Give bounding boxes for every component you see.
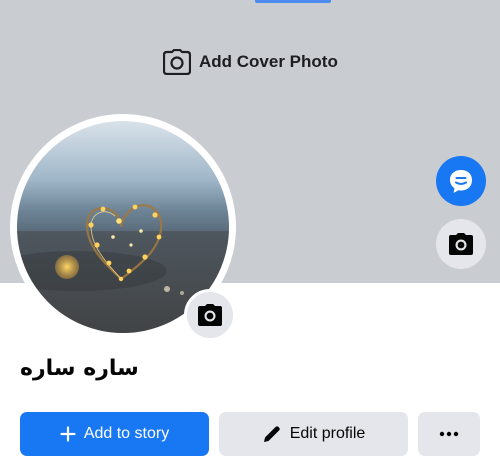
- camera-icon: [449, 233, 473, 255]
- plus-icon: [60, 426, 76, 442]
- add-to-story-button[interactable]: Add to story: [20, 412, 209, 456]
- chat-bubble-icon: [450, 170, 472, 193]
- more-dots-icon: [439, 431, 459, 437]
- edit-cover-camera-button[interactable]: [436, 219, 486, 269]
- camera-icon: [198, 304, 222, 326]
- pencil-icon: [263, 426, 280, 442]
- edit-profile-button[interactable]: Edit profile: [219, 412, 408, 456]
- add-to-story-label: Add to story: [83, 425, 170, 442]
- more-options-button[interactable]: [418, 412, 480, 456]
- edit-profile-label: Edit profile: [289, 425, 366, 442]
- messenger-button[interactable]: [436, 156, 486, 206]
- add-cover-photo-button[interactable]: Add Cover Photo: [163, 46, 338, 78]
- edit-profile-picture-button[interactable]: [184, 289, 236, 341]
- camera-icon: [163, 49, 191, 75]
- profile-name: ساره ساره: [20, 356, 139, 381]
- top-tab-indicator: [255, 0, 331, 3]
- add-cover-photo-label: Add Cover Photo: [199, 52, 338, 71]
